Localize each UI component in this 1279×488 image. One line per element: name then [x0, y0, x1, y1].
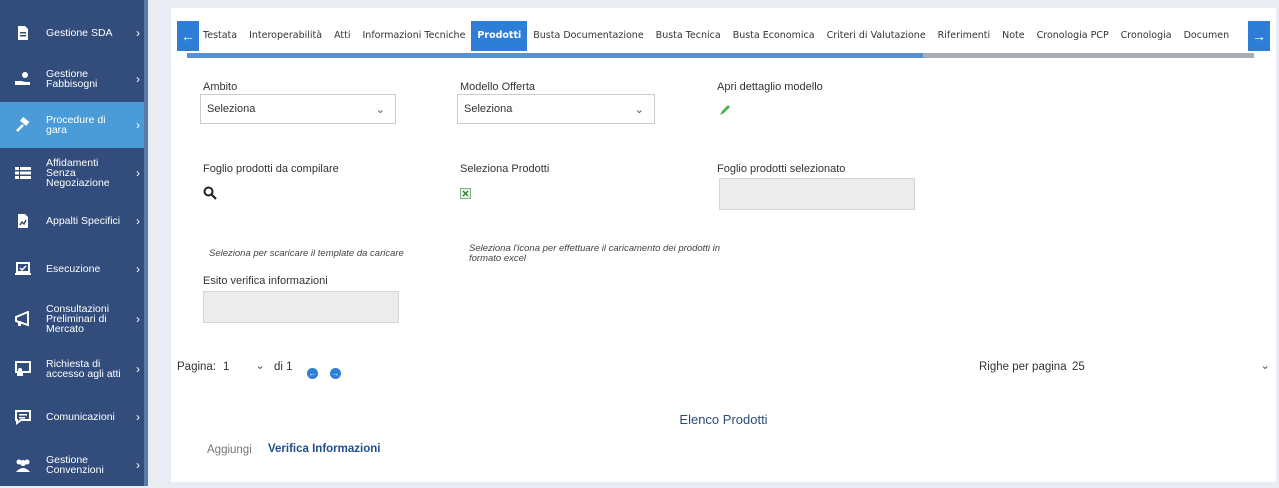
sidebar-item-label: Appalti Specifici: [46, 215, 121, 227]
sidebar-item-gestione-convenzioni[interactable]: Gestione Convenzioni ›: [0, 442, 144, 488]
content-panel: ← Testata Interoperabilità Atti Informazion…: [171, 8, 1276, 482]
chevron-down-icon: ⌄: [634, 104, 644, 116]
sidebar-item-label: Richiesta di accesso agli atti: [46, 358, 121, 380]
page-select[interactable]: 1 ⌄: [223, 354, 273, 380]
chevron-right-icon: ›: [136, 312, 140, 326]
sidebar-item-label: Procedure di gara: [46, 114, 106, 136]
foglio-prodotti-label: Foglio prodotti da compilare: [203, 163, 339, 175]
tab-interoperabilit[interactable]: Interoperabilità: [243, 21, 328, 51]
seleziona-prodotti-label: Seleziona Prodotti: [460, 163, 550, 175]
chevron-right-icon: ›: [136, 410, 140, 424]
tab-scroll-progress: [187, 53, 1254, 58]
tab-informazioni-tecniche[interactable]: Informazioni Tecniche: [357, 21, 472, 51]
sidebar-item-label: Gestione SDA: [46, 27, 113, 39]
tab-documen[interactable]: Documen: [1178, 21, 1236, 51]
chevron-right-icon: ›: [136, 118, 140, 132]
gavel-icon: [0, 117, 46, 133]
tab-list: Testata Interoperabilità Atti Informazioni …: [197, 21, 1247, 51]
chevron-right-icon: ›: [136, 458, 140, 472]
chevron-right-icon: ›: [136, 262, 140, 276]
search-icon[interactable]: [203, 186, 217, 200]
pencil-icon[interactable]: [719, 104, 731, 116]
tab-scroll-right-button[interactable]: →: [1248, 21, 1270, 51]
tab-cronologia[interactable]: Cronologia: [1115, 21, 1178, 51]
list-icon: [0, 166, 46, 180]
sidebar-item-consultazioni-preliminari-di-mercato[interactable]: Consultazioni Preliminari di Mercato ›: [0, 296, 144, 342]
chevron-down-icon: ⌄: [375, 104, 385, 116]
sidebar-item-comunicazioni[interactable]: Comunicazioni ›: [0, 394, 144, 440]
elenco-prodotti-title: Elenco Prodotti: [679, 412, 768, 427]
foglio-selezionato-label: Foglio prodotti selezionato: [717, 163, 846, 175]
tab-cronologia-pcp[interactable]: Cronologia PCP: [1031, 21, 1115, 51]
document-icon: [0, 25, 46, 41]
chevron-right-icon: ›: [136, 166, 140, 180]
next-page-icon[interactable]: →: [330, 368, 341, 379]
chevron-down-icon: ⌄: [1260, 360, 1270, 372]
ambito-label: Ambito: [203, 81, 238, 93]
laptop-check-icon: [0, 261, 46, 277]
hint-excel: Seleziona l'icona per effettuare il cari…: [469, 243, 721, 264]
tab-note[interactable]: Note: [996, 21, 1031, 51]
esito-verifica-field: [203, 291, 399, 323]
tab-prodotti[interactable]: Prodotti: [471, 21, 528, 51]
megaphone-icon: [0, 311, 46, 327]
rows-per-page-select[interactable]: 25 ⌄: [1066, 354, 1276, 380]
tab-testata[interactable]: Testata: [197, 21, 243, 51]
chevron-right-icon: ›: [136, 214, 140, 228]
ambito-select[interactable]: Seleziona ⌄: [200, 94, 396, 124]
apri-dettaglio-label: Apri dettaglio modello: [717, 81, 823, 93]
chevron-right-icon: ›: [136, 362, 140, 376]
tab-bar: ← Testata Interoperabilità Atti Informazion…: [171, 8, 1276, 58]
sidebar-item-esecuzione[interactable]: Esecuzione ›: [0, 246, 144, 292]
chevron-right-icon: ›: [136, 26, 140, 40]
modello-offerta-select[interactable]: Seleziona ⌄: [457, 94, 655, 124]
tab-criteri-di-valutazione[interactable]: Criteri di Valutazione: [821, 21, 932, 51]
rows-per-page-label: Righe per pagina: [979, 361, 1067, 373]
chevron-right-icon: ›: [136, 72, 140, 86]
chevron-down-icon: ⌄: [255, 360, 265, 372]
sidebar: Gestione SDA › Gestione Fabbisogni › Procedu…: [0, 0, 148, 486]
monitor-user-icon: [0, 361, 46, 377]
file-chart-icon: [0, 213, 46, 229]
sidebar-item-richiesta-di-accesso-agli-atti[interactable]: Richiesta di accesso agli atti ›: [0, 346, 144, 392]
main-area: ← Testata Interoperabilità Atti Informazion…: [148, 0, 1279, 486]
sidebar-item-procedure-di-gara[interactable]: Procedure di gara ›: [0, 102, 144, 148]
esito-verifica-label: Esito verifica informazioni: [203, 275, 328, 287]
sidebar-item-gestione-fabbisogni[interactable]: Gestione Fabbisogni ›: [0, 56, 144, 102]
hint-template: Seleziona per scaricare il template da c…: [209, 248, 404, 259]
page-label: Pagina:: [177, 361, 217, 373]
page-select-value: 1: [223, 361, 230, 373]
sidebar-item-label: Comunicazioni: [46, 411, 115, 423]
sidebar-item-appalti-specifici[interactable]: Appalti Specifici ›: [0, 198, 144, 244]
verifica-informazioni-button[interactable]: Verifica Informazioni: [268, 443, 380, 455]
sidebar-item-label: Esecuzione: [46, 263, 101, 275]
tab-busta-tecnica[interactable]: Busta Tecnica: [650, 21, 727, 51]
modello-offerta-label: Modello Offerta: [460, 81, 536, 93]
aggiungi-button[interactable]: Aggiungi: [207, 444, 252, 456]
page-total: di 1: [274, 361, 293, 373]
tab-busta-economica[interactable]: Busta Economica: [727, 21, 821, 51]
sidebar-item-label: Affidamenti Senza Negoziazione: [46, 157, 110, 189]
sidebar-item-label: Gestione Fabbisogni: [46, 68, 98, 90]
hand-icon: [0, 71, 46, 87]
tab-scroll-progress-fill: [187, 53, 924, 58]
excel-upload-icon[interactable]: [460, 188, 471, 199]
modello-offerta-select-value: Seleziona: [464, 103, 513, 115]
users-icon: [0, 457, 46, 473]
sidebar-item-affidamenti-senza-negoziazione[interactable]: Affidamenti Senza Negoziazione ›: [0, 150, 144, 196]
tab-scroll-left-button[interactable]: ←: [177, 21, 199, 51]
previous-page-icon[interactable]: ←: [307, 368, 318, 379]
sidebar-item-label: Consultazioni Preliminari di Mercato: [46, 303, 110, 335]
tab-atti[interactable]: Atti: [328, 21, 356, 51]
rows-per-page-value: 25: [1072, 361, 1085, 373]
tab-busta-documentazione[interactable]: Busta Documentazione: [527, 21, 649, 51]
sidebar-item-label: Gestione Convenzioni: [46, 454, 104, 476]
tab-riferimenti[interactable]: Riferimenti: [932, 21, 996, 51]
chat-icon: [0, 409, 46, 425]
foglio-selezionato-field: [719, 178, 915, 210]
ambito-select-value: Seleziona: [207, 103, 256, 115]
sidebar-item-gestione-sda[interactable]: Gestione SDA ›: [0, 10, 144, 56]
